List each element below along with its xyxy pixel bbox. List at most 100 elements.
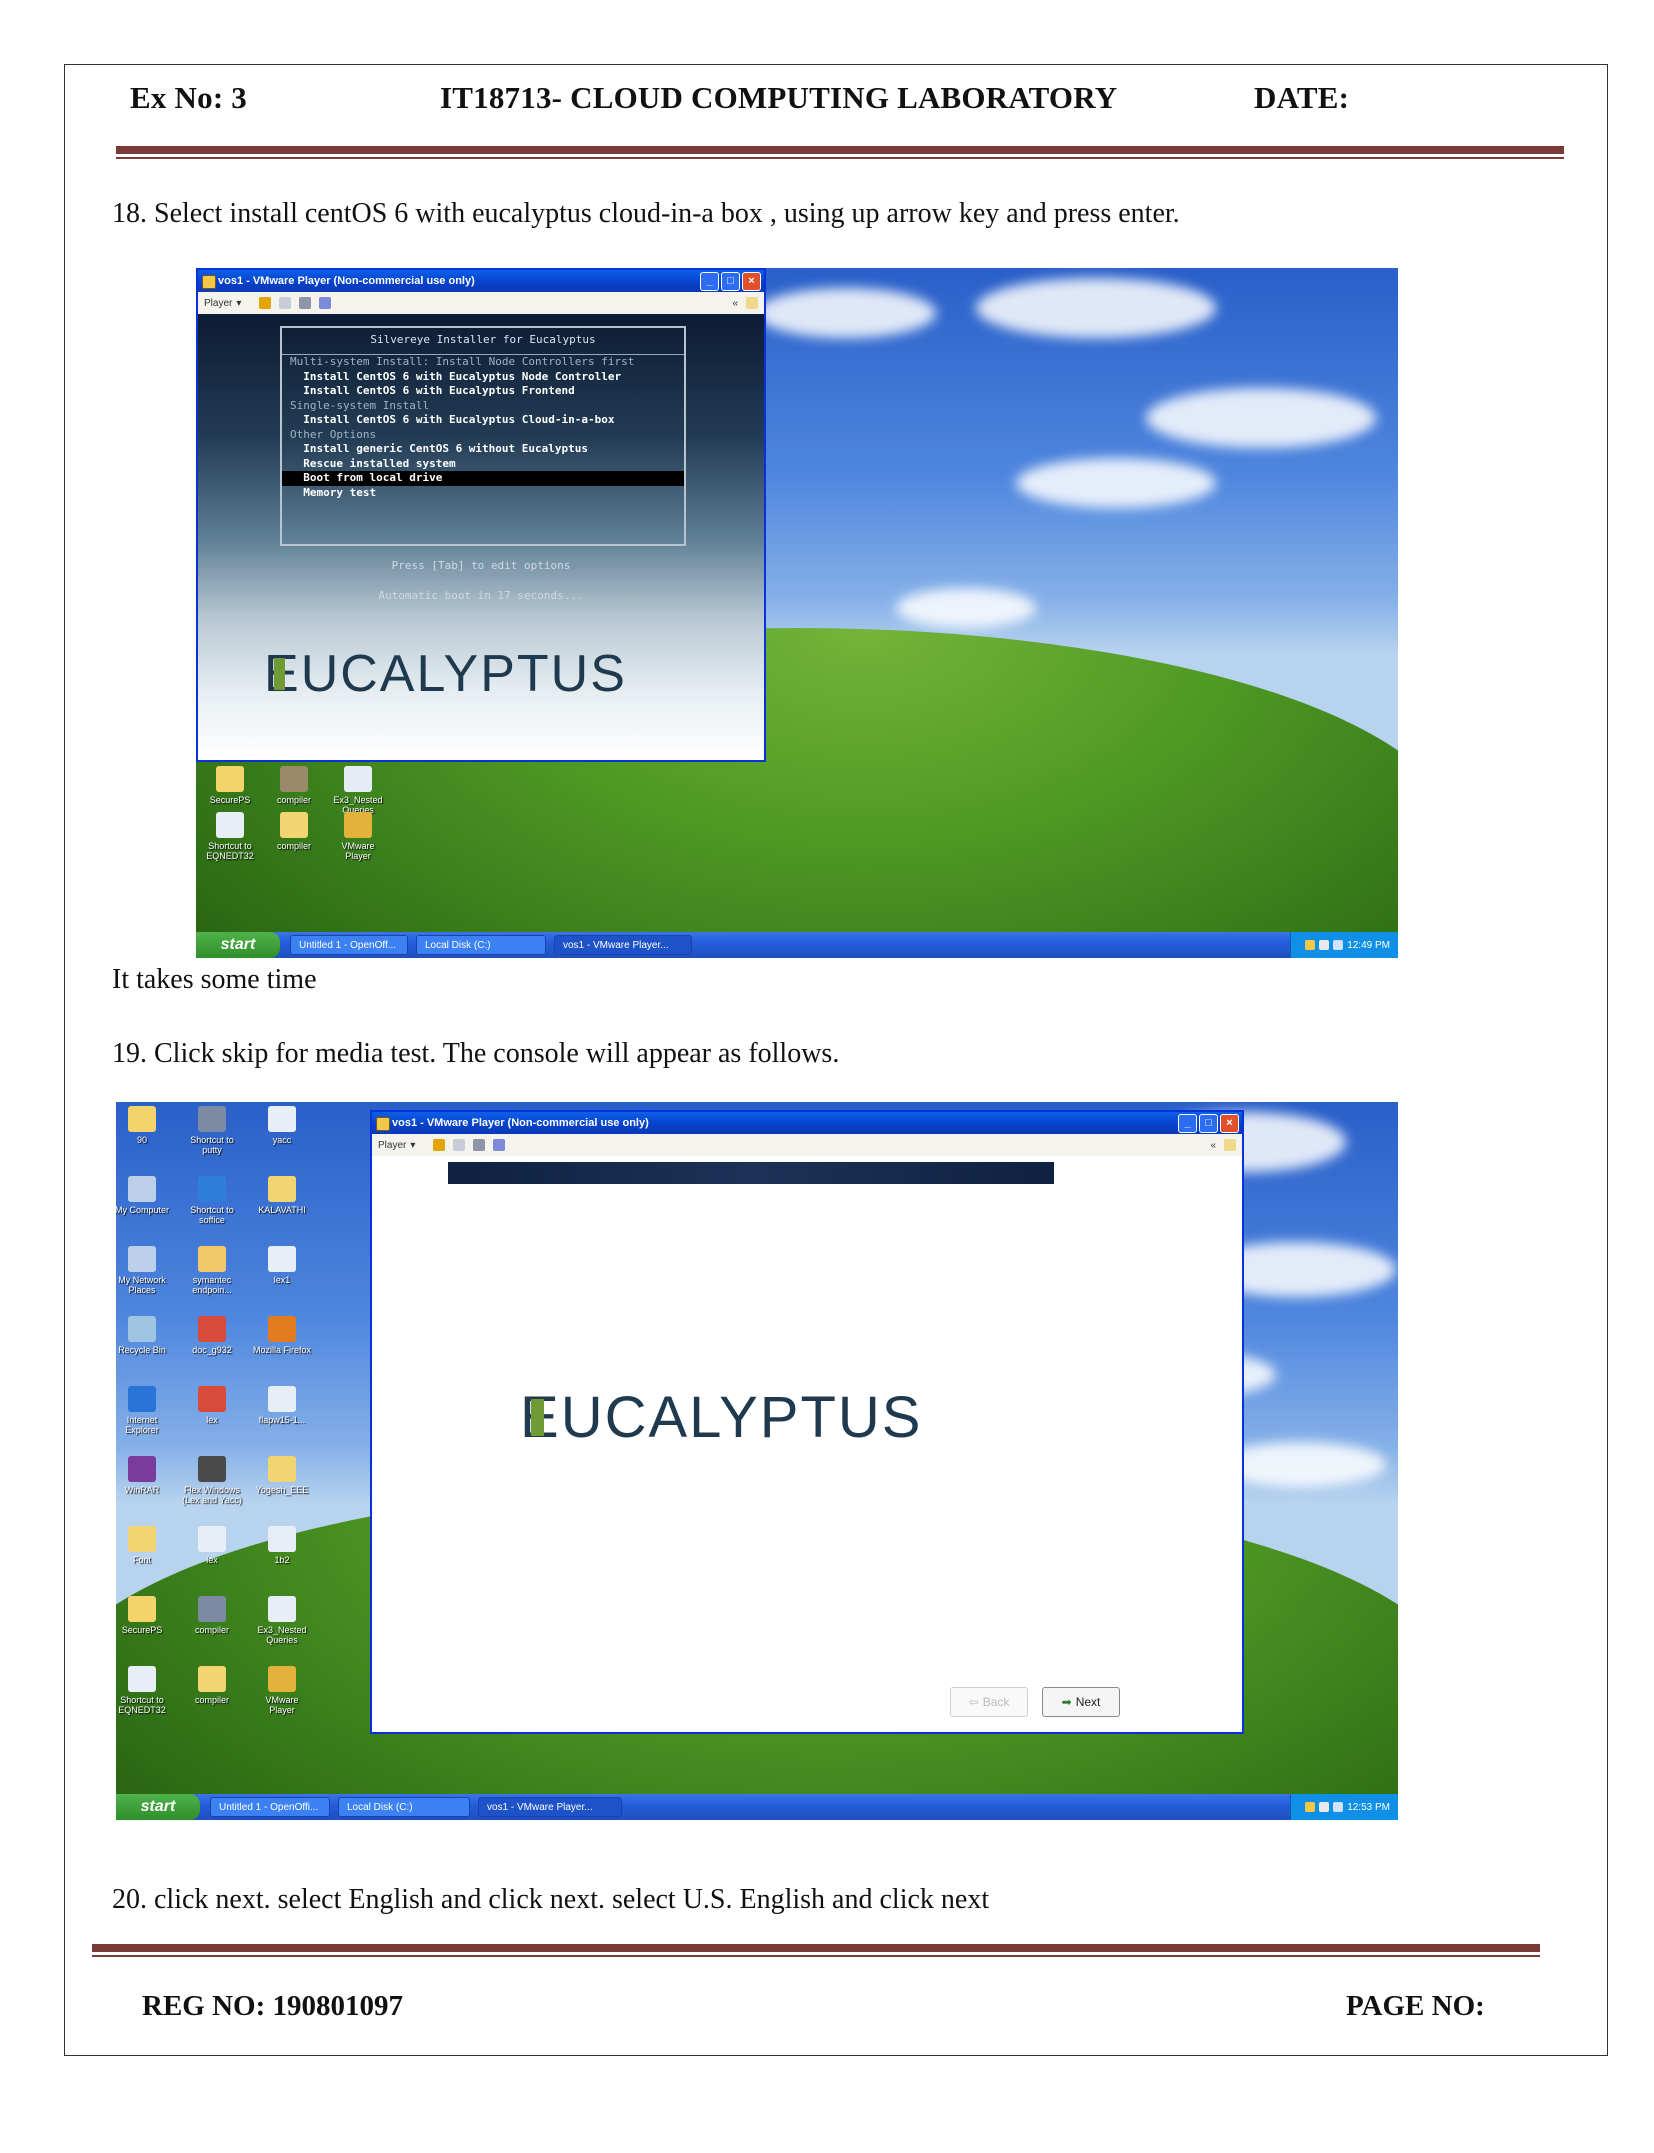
desktop-icon[interactable]: My Computer <box>116 1176 172 1215</box>
network-icon[interactable] <box>1305 1802 1316 1812</box>
desktop-icon[interactable]: compiler <box>182 1596 242 1635</box>
desktop-icon[interactable]: Flex Windows (Lex and Yacc) <box>182 1456 242 1505</box>
maximize-icon[interactable]: □ <box>721 272 740 291</box>
desktop-icon[interactable]: yacc <box>252 1106 312 1145</box>
task-vmware-player[interactable]: vos1 - VMware Player... <box>554 935 692 955</box>
desktop-icon-label: Shortcut to putty <box>190 1135 234 1155</box>
eucalyptus-logo: EUCALYPTUS <box>264 644 627 704</box>
clock: 12:49 PM <box>1347 939 1390 951</box>
task-local-disk[interactable]: Local Disk (C:) <box>416 935 546 955</box>
note-text: It takes some time <box>112 964 317 995</box>
file-icon <box>198 1176 226 1202</box>
desktop-icon[interactable]: doc_g932 <box>182 1316 242 1355</box>
minimize-icon[interactable]: _ <box>1178 1114 1197 1133</box>
desktop-icon[interactable]: SecurePS <box>116 1596 172 1635</box>
desktop-icon[interactable]: KALAVATHI <box>252 1176 312 1215</box>
task-local-disk[interactable]: Local Disk (C:) <box>338 1797 470 1817</box>
file-icon <box>128 1666 156 1692</box>
desktop-icon-label: yacc <box>272 1135 292 1145</box>
menu-option[interactable]: Install generic CentOS 6 without Eucalyp… <box>282 442 684 457</box>
network-icon[interactable] <box>1305 940 1316 950</box>
pause-icon[interactable] <box>259 297 272 309</box>
file-icon <box>128 1526 156 1552</box>
collapse-icon[interactable]: « <box>732 298 738 309</box>
task-openoffice[interactable]: Untitled 1 - OpenOff... <box>290 935 408 955</box>
menu-option[interactable]: Boot from local drive <box>282 471 684 486</box>
file-icon <box>128 1246 156 1272</box>
fullscreen-icon[interactable] <box>473 1139 486 1151</box>
task-vmware-player[interactable]: vos1 - VMware Player... <box>478 1797 622 1817</box>
task-openoffice[interactable]: Untitled 1 - OpenOffi... <box>210 1797 330 1817</box>
desktop-icon-eqnedt32[interactable]: Shortcut to EQNEDT32 <box>200 812 260 861</box>
screenshot-installer-start: 90 Shortcut to putty yacc My Computer Shortc… <box>116 1102 1398 1820</box>
desktop-icon-securepcs[interactable]: SecurePS <box>200 766 260 805</box>
devices-icon[interactable] <box>453 1139 466 1151</box>
library-icon[interactable] <box>1224 1139 1236 1151</box>
vmware-icon <box>376 1117 390 1131</box>
installer-title: Silvereye Installer for Eucalyptus <box>282 328 684 355</box>
collapse-icon[interactable]: « <box>1210 1140 1216 1151</box>
unity-icon[interactable] <box>493 1139 506 1151</box>
desktop-icon[interactable]: Font <box>116 1526 172 1565</box>
menu-option[interactable]: Install CentOS 6 with Eucalyptus Fronten… <box>282 384 684 399</box>
vmware-titlebar[interactable]: vos1 - VMware Player (Non-commercial use… <box>198 270 764 292</box>
desktop-icon-label: compiler <box>194 1625 229 1635</box>
minimize-icon[interactable]: _ <box>700 272 719 291</box>
desktop-icon-vmware-player[interactable]: VMware Player <box>328 812 388 861</box>
next-button[interactable]: ➡ Next <box>1042 1687 1120 1717</box>
course-title: IT18713- CLOUD COMPUTING LABORATORY <box>440 80 1118 115</box>
menu-option[interactable]: Install CentOS 6 with Eucalyptus Node Co… <box>282 370 684 385</box>
desktop-icon[interactable]: Recycle Bin <box>116 1316 172 1355</box>
desktop-icon[interactable]: flapw15-1... <box>252 1386 312 1425</box>
desktop-icon[interactable]: Shortcut to soffice <box>182 1176 242 1225</box>
chevron-down-icon[interactable]: ▾ <box>410 1140 415 1151</box>
menu-category: Multi-system Install: Install Node Contr… <box>290 355 635 368</box>
desktop-icon[interactable]: lex1 <box>252 1246 312 1285</box>
shield-icon[interactable] <box>1319 940 1330 950</box>
start-button[interactable]: start <box>196 932 280 958</box>
pause-icon[interactable] <box>433 1139 446 1151</box>
unity-icon[interactable] <box>319 297 332 309</box>
desktop-icon[interactable]: lex <box>182 1386 242 1425</box>
desktop-icon[interactable]: Shortcut to EQNEDT32 <box>116 1666 172 1715</box>
desktop-icon[interactable]: 90 <box>116 1106 172 1145</box>
library-icon[interactable] <box>746 297 758 309</box>
desktop-icon[interactable]: symantec endpoin... <box>182 1246 242 1295</box>
file-icon <box>128 1316 156 1342</box>
shield-icon[interactable] <box>1319 1802 1330 1812</box>
desktop-icon[interactable]: compiler <box>182 1666 242 1705</box>
desktop-icon[interactable]: Ex3_Nested Queries <box>252 1596 312 1645</box>
desktop-icon-label: compiler <box>194 1695 229 1705</box>
desktop-icon[interactable]: Yogesh_EEE <box>252 1456 312 1495</box>
desktop-icon[interactable]: VMware Player <box>252 1666 312 1715</box>
maximize-icon[interactable]: □ <box>1199 1114 1218 1133</box>
desktop-icon[interactable]: lex <box>182 1526 242 1565</box>
desktop-icon[interactable]: Internet Explorer <box>116 1386 172 1435</box>
desktop-icon[interactable]: WinRAR <box>116 1456 172 1495</box>
desktop-icon-label: Flex Windows (Lex and Yacc) <box>182 1485 242 1505</box>
player-menu[interactable]: Player <box>204 298 232 309</box>
volume-icon[interactable] <box>1333 1802 1344 1812</box>
desktop-icon-compiler-folder[interactable]: compiler <box>264 812 324 851</box>
desktop-icon[interactable]: 1b2 <box>252 1526 312 1565</box>
desktop-icon-label: symantec endpoin... <box>192 1275 232 1295</box>
desktop-icon[interactable]: Shortcut to putty <box>182 1106 242 1155</box>
back-button[interactable]: ⇦ Back <box>950 1687 1028 1717</box>
close-icon[interactable]: × <box>1220 1114 1239 1133</box>
desktop-icon-compiler[interactable]: compiler <box>264 766 324 805</box>
menu-option[interactable]: Install CentOS 6 with Eucalyptus Cloud-i… <box>282 413 684 428</box>
devices-icon[interactable] <box>279 297 292 309</box>
start-button[interactable]: start <box>116 1794 200 1820</box>
desktop-icon[interactable]: My Network Places <box>116 1246 172 1295</box>
menu-option[interactable]: Rescue installed system <box>282 457 684 472</box>
fullscreen-icon[interactable] <box>299 297 312 309</box>
desktop-icon-nested-queries[interactable]: Ex3_Nested Queries <box>328 766 388 815</box>
volume-icon[interactable] <box>1333 940 1344 950</box>
player-menu[interactable]: Player <box>378 1140 406 1151</box>
close-icon[interactable]: × <box>742 272 761 291</box>
chevron-down-icon[interactable]: ▾ <box>236 298 241 309</box>
menu-option[interactable]: Memory test <box>282 486 684 501</box>
vmware-titlebar-2[interactable]: vos1 - VMware Player (Non-commercial use… <box>372 1112 1242 1134</box>
file-icon <box>198 1456 226 1482</box>
desktop-icon[interactable]: Mozilla Firefox <box>252 1316 312 1355</box>
